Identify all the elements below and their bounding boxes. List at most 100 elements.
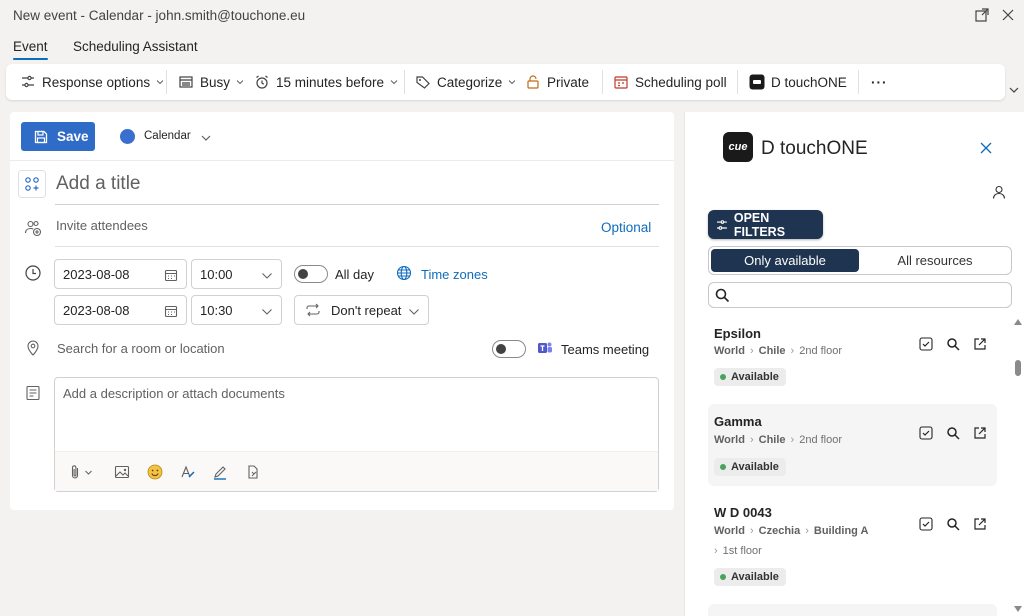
open-filters-button[interactable]: OPEN FILTERS [708, 210, 823, 239]
description-toolbar [55, 451, 658, 491]
segment-all-resources[interactable]: All resources [861, 249, 1009, 272]
user-icon[interactable] [992, 185, 1006, 199]
open-external-icon[interactable] [973, 517, 987, 531]
search-icon[interactable] [946, 426, 960, 440]
scheduling-poll-button[interactable]: Scheduling poll [613, 64, 727, 100]
resource-path: World › Chile › 2nd floor [714, 434, 842, 446]
open-external-icon[interactable] [973, 426, 987, 440]
private-label: Private [547, 74, 590, 90]
optional-attendees-link[interactable]: Optional [601, 220, 651, 235]
loop-component-icon[interactable] [245, 464, 261, 480]
teams-meeting-toggle[interactable] [492, 340, 526, 358]
divider [737, 70, 738, 94]
status-badge: Available [714, 568, 786, 586]
start-time-value: 10:00 [200, 266, 233, 282]
resource-card[interactable] [708, 604, 997, 616]
tab-event[interactable]: Event [13, 39, 48, 60]
image-icon[interactable] [114, 464, 130, 480]
start-date-field[interactable]: 2023-08-08 [54, 259, 187, 289]
open-external-icon[interactable] [973, 337, 987, 351]
title-bar: New event - Calendar - john.smith@toucho… [0, 0, 1024, 31]
clock-icon [25, 265, 41, 281]
resource-name: W D 0043 [714, 505, 772, 520]
segment-only-available[interactable]: Only available [711, 249, 859, 272]
resource-card[interactable]: W D 0043 World › Czechia › Building A › 1st… [708, 496, 997, 596]
attach-icon[interactable] [67, 464, 83, 480]
show-as-button[interactable]: Busy [178, 64, 244, 100]
touchone-logo-icon [749, 74, 765, 90]
description-editor[interactable]: Add a description or attach documents [54, 377, 659, 492]
path-segment: World [714, 434, 745, 446]
resource-card[interactable]: Epsilon World › Chile › 2nd floor Availabl… [708, 318, 997, 396]
resource-path-floor: › 1st floor [714, 545, 762, 557]
tab-scheduling-assistant[interactable]: Scheduling Assistant [73, 39, 198, 54]
lock-icon [527, 75, 539, 89]
panel-title: D touchONE [761, 138, 868, 159]
response-options-button[interactable]: Response options [20, 64, 164, 100]
path-floor: 2nd floor [799, 434, 843, 446]
private-button[interactable]: Private [525, 64, 589, 100]
description-input[interactable]: Add a description or attach documents [63, 386, 285, 401]
globe-icon[interactable] [396, 265, 412, 281]
search-icon[interactable] [946, 337, 960, 351]
tab-bar: Event Scheduling Assistant [0, 31, 1024, 61]
highlighter-icon[interactable] [212, 464, 228, 480]
calendar-icon [164, 269, 178, 282]
all-day-toggle[interactable] [294, 265, 328, 283]
calendar-color-dot [120, 129, 135, 144]
resource-card[interactable]: Gamma World › Chile › 2nd floor Available [708, 404, 997, 486]
path-segment: World [714, 525, 745, 537]
path-separator-icon: › [790, 345, 795, 357]
chevron-down-icon [409, 309, 419, 315]
invite-attendees-input[interactable]: Invite attendees [56, 218, 148, 233]
save-icon [34, 130, 48, 143]
end-time-field[interactable]: 10:30 [191, 295, 282, 325]
divider [166, 70, 167, 94]
repeat-icon [306, 303, 320, 317]
chevron-down-icon[interactable] [84, 468, 93, 477]
chevron-down-icon [262, 273, 272, 279]
resource-search-input[interactable] [708, 282, 1012, 308]
title-input[interactable]: Add a title [56, 173, 141, 195]
reminder-button[interactable]: 15 minutes before [254, 64, 398, 100]
path-separator-icon: › [805, 525, 809, 537]
busy-label: Busy [200, 74, 231, 90]
close-icon[interactable] [1000, 7, 1016, 23]
select-checkbox-icon[interactable] [919, 517, 933, 531]
location-input[interactable]: Search for a room or location [57, 341, 225, 356]
end-date-field[interactable]: 2023-08-08 [54, 295, 187, 325]
path-segment: Chile [758, 345, 786, 357]
start-date-value: 2023-08-08 [63, 266, 130, 282]
categorize-button[interactable]: Categorize [415, 64, 516, 100]
ribbon: Response options Busy 15 minutes before … [6, 64, 1005, 100]
chevron-down-icon[interactable] [200, 132, 212, 144]
select-checkbox-icon[interactable] [919, 426, 933, 440]
more-options-button[interactable]: ··· [871, 64, 888, 100]
calendar-icon [164, 305, 178, 318]
scheduling-poll-icon [614, 76, 628, 89]
chevron-down-icon [156, 80, 164, 85]
search-icon[interactable] [946, 517, 960, 531]
start-time-field[interactable]: 10:00 [191, 259, 282, 289]
select-checkbox-icon[interactable] [919, 337, 933, 351]
response-options-label: Response options [42, 74, 151, 90]
emoji-icon[interactable] [147, 464, 163, 480]
touchone-addin-button[interactable]: D touchONE [749, 64, 847, 100]
save-button[interactable]: Save [21, 122, 95, 151]
filter-sliders-icon [716, 219, 727, 230]
format-text-icon[interactable] [180, 464, 196, 480]
pop-out-icon[interactable] [974, 7, 990, 23]
close-icon[interactable] [980, 142, 992, 154]
status-badge: Available [714, 368, 786, 386]
divider [55, 204, 659, 205]
calendar-selector[interactable]: Calendar [144, 130, 191, 142]
time-zones-link[interactable]: Time zones [421, 267, 488, 282]
scroll-up-icon[interactable] [1014, 319, 1022, 325]
chevron-down-icon[interactable] [1008, 84, 1020, 96]
scrollbar-thumb[interactable] [1015, 360, 1021, 376]
scroll-down-icon[interactable] [1014, 606, 1022, 612]
notes-icon [26, 385, 40, 401]
chevron-down-icon [508, 80, 516, 85]
path-floor: 2nd floor [799, 345, 843, 357]
repeat-dropdown[interactable]: Don't repeat [294, 295, 429, 325]
